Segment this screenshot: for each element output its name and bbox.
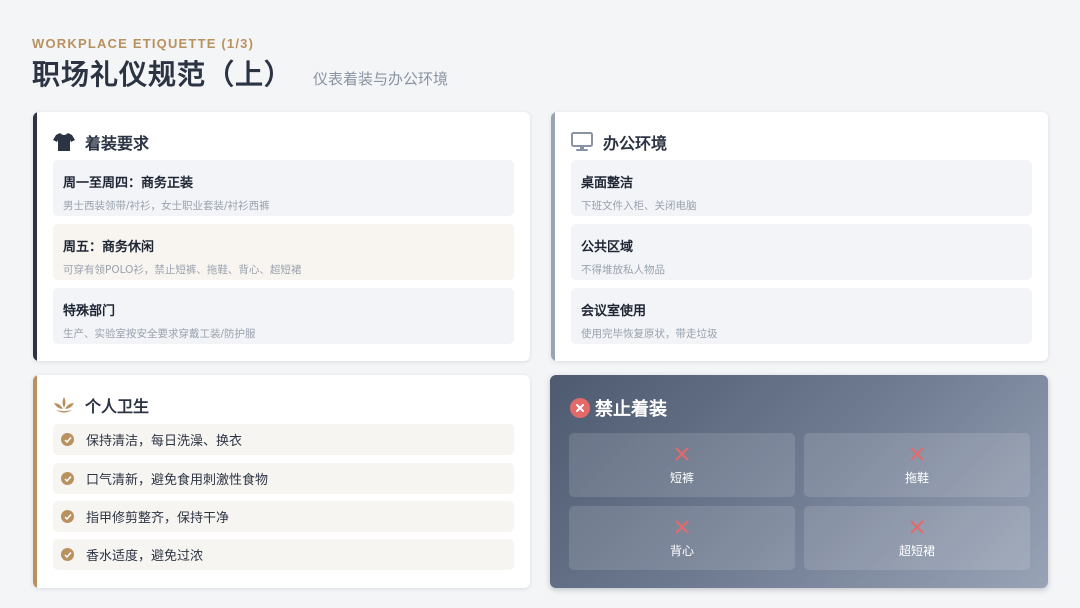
lotus-icon (53, 394, 75, 416)
forbidden-item-label: 超短裙 (898, 543, 935, 558)
shirt-icon (53, 131, 75, 153)
dress-code-card: 着装要求 周一至周四：商务正装 男士西装领带/衬衫，女士职业套装/衬衫西裤 周五… (33, 112, 530, 361)
forbidden-item-label: 短裤 (669, 470, 694, 485)
item-title: 会议室使用 (581, 304, 647, 319)
title-row: 职场礼仪规范（上） 仪表着装与办公环境 (32, 53, 448, 93)
item-title: 周五：商务休闲 (63, 240, 155, 255)
check-icon (61, 472, 74, 485)
check-icon (61, 433, 74, 446)
item-desc: 男士西装领带/衬衫，女士职业套装/衬衫西裤 (63, 200, 270, 212)
list-item: 周五：商务休闲 可穿有领POLO衫，禁止短裤、拖鞋、背心、超短裙 (53, 224, 514, 280)
list-item: 特殊部门 生产、实验室按安全要求穿戴工装/防护服 (53, 288, 514, 344)
item-desc: 生产、实验室按安全要求穿戴工装/防护服 (63, 328, 256, 340)
check-icon (61, 548, 74, 561)
card-title: 着装要求 (85, 134, 150, 153)
item-title: 桌面整洁 (581, 176, 634, 191)
forbidden-item: 背心 (569, 506, 795, 570)
cross-icon (675, 518, 689, 536)
personal-hygiene-card: 个人卫生 保持清洁，每日洗澡、换衣 口气清新，避免食用刺激性食物 指甲修剪整齐，… (33, 375, 530, 588)
cross-icon (675, 445, 689, 463)
list-item: 公共区域 不得堆放私人物品 (571, 224, 1032, 280)
card-header: 个人卫生 (53, 393, 149, 417)
item-desc: 不得堆放私人物品 (581, 264, 665, 276)
item-title: 特殊部门 (63, 304, 116, 319)
card-title: 禁止着装 (595, 399, 667, 420)
item-desc: 下班文件入柜、关闭电脑 (581, 200, 697, 212)
page-header: WORKPLACE ETIQUETTE (1/3) 职场礼仪规范（上） 仪表着装… (32, 36, 448, 93)
forbidden-attire-card: 禁止着装 短裤 拖鞋 背心 超短裙 (550, 375, 1048, 588)
cross-icon (910, 445, 924, 463)
item-text: 口气清新，避免食用刺激性食物 (86, 473, 269, 488)
monitor-icon (571, 131, 593, 153)
cross-icon (910, 518, 924, 536)
office-environment-card: 办公环境 桌面整洁 下班文件入柜、关闭电脑 公共区域 不得堆放私人物品 会议室使… (551, 112, 1048, 361)
forbidden-item-label: 拖鞋 (904, 470, 929, 485)
page-subtitle: 仪表着装与办公环境 (313, 70, 449, 88)
x-circle-icon (570, 398, 590, 418)
check-icon (61, 510, 74, 523)
card-header: 禁止着装 (570, 395, 667, 421)
list-item: 会议室使用 使用完毕恢复原状，带走垃圾 (571, 288, 1032, 344)
card-accent-bar (551, 112, 555, 361)
item-desc: 可穿有领POLO衫，禁止短裤、拖鞋、背心、超短裙 (63, 264, 302, 276)
card-header: 办公环境 (571, 130, 667, 154)
item-desc: 使用完毕恢复原状，带走垃圾 (581, 328, 718, 340)
list-item: 保持清洁，每日洗澡、换衣 (53, 424, 514, 455)
card-accent-bar (33, 375, 37, 588)
card-title: 办公环境 (603, 134, 668, 153)
forbidden-item: 拖鞋 (804, 433, 1030, 497)
page-eyebrow: WORKPLACE ETIQUETTE (1/3) (32, 36, 255, 51)
item-text: 指甲修剪整齐，保持干净 (86, 511, 230, 526)
item-text: 香水适度，避免过浓 (86, 549, 204, 564)
list-item: 口气清新，避免食用刺激性食物 (53, 463, 514, 494)
forbidden-item: 短裤 (569, 433, 795, 497)
list-item: 周一至周四：商务正装 男士西装领带/衬衫，女士职业套装/衬衫西裤 (53, 160, 514, 216)
item-title: 公共区域 (581, 240, 634, 255)
card-header: 着装要求 (53, 130, 149, 154)
forbidden-item-label: 背心 (669, 543, 694, 558)
list-item: 指甲修剪整齐，保持干净 (53, 501, 514, 532)
card-accent-bar (33, 112, 37, 361)
item-text: 保持清洁，每日洗澡、换衣 (86, 434, 243, 449)
card-title: 个人卫生 (85, 397, 150, 416)
list-item: 香水适度，避免过浓 (53, 539, 514, 570)
list-item: 桌面整洁 下班文件入柜、关闭电脑 (571, 160, 1032, 216)
page-title: 职场礼仪规范（上） (32, 58, 294, 91)
forbidden-item: 超短裙 (804, 506, 1030, 570)
item-title: 周一至周四：商务正装 (63, 176, 194, 191)
